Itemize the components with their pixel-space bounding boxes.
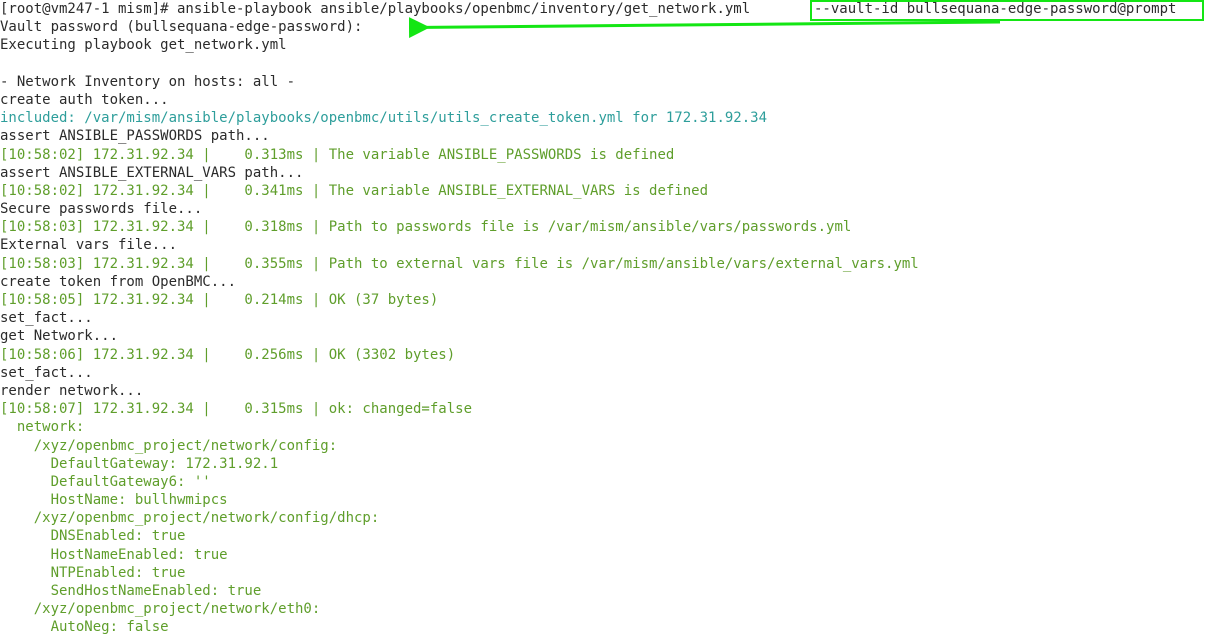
terminal-line: included: /var/mism/ansible/playbooks/op…	[0, 110, 768, 127]
terminal-line: DefaultGateway: 172.31.92.1	[0, 455, 279, 472]
terminal-line: get Network...	[0, 328, 119, 345]
terminal-line: [10:58:03] 172.31.92.34 | 0.318ms | Path…	[0, 219, 852, 236]
terminal-line: assert ANSIBLE_PASSWORDS path...	[0, 128, 270, 145]
terminal-line: [10:58:03] 172.31.92.34 | 0.355ms | Path…	[0, 255, 919, 272]
terminal-line: /xyz/openbmc_project/network/config/dhcp…	[0, 510, 380, 527]
terminal-line: assert ANSIBLE_EXTERNAL_VARS path...	[0, 164, 304, 181]
terminal-line: [root@vm247-1 mism]# ansible-playbook an…	[0, 1, 751, 17]
terminal-window[interactable]: [root@vm247-1 mism]# ansible-playbook an…	[0, 0, 1209, 637]
terminal-line: DefaultGateway6: ''	[0, 473, 211, 490]
terminal-line: HostName: bullhwmipcs	[0, 492, 228, 509]
terminal-line: NTPEnabled: true	[0, 564, 186, 581]
terminal-line: render network...	[0, 382, 144, 399]
terminal-line: Executing playbook get_network.yml	[0, 37, 287, 54]
terminal-line: AutoNeg: false	[0, 619, 169, 636]
terminal-line: [10:58:06] 172.31.92.34 | 0.256ms | OK (…	[0, 346, 456, 363]
terminal-line: /xyz/openbmc_project/network/eth0:	[0, 601, 321, 618]
terminal-line: [10:58:02] 172.31.92.34 | 0.341ms | The …	[0, 182, 709, 199]
terminal-line: DNSEnabled: true	[0, 528, 186, 545]
terminal-line: [10:58:05] 172.31.92.34 | 0.214ms | OK (…	[0, 292, 439, 308]
terminal-line: network:	[0, 419, 85, 436]
terminal-line: [10:58:07] 172.31.92.34 | 0.315ms | ok: …	[0, 401, 473, 418]
terminal-line: set_fact...	[0, 310, 93, 327]
terminal-line: Secure passwords file...	[0, 201, 203, 218]
terminal-line: HostNameEnabled: true	[0, 546, 228, 563]
terminal-output[interactable]: [root@vm247-1 mism]# ansible-playbook an…	[0, 0, 1209, 637]
terminal-line: External vars file...	[0, 237, 178, 254]
terminal-line: /xyz/openbmc_project/network/config:	[0, 437, 338, 454]
terminal-line: Vault password (bullsequana-edge-passwor…	[0, 19, 363, 36]
terminal-line: create auth token...	[0, 91, 169, 108]
terminal-line: set_fact...	[0, 364, 93, 381]
terminal-line: - Network Inventory on hosts: all -	[0, 73, 296, 90]
terminal-line: [10:58:02] 172.31.92.34 | 0.313ms | The …	[0, 146, 675, 163]
terminal-line: SendHostNameEnabled: true	[0, 583, 262, 599]
terminal-line: create token from OpenBMC...	[0, 273, 237, 290]
